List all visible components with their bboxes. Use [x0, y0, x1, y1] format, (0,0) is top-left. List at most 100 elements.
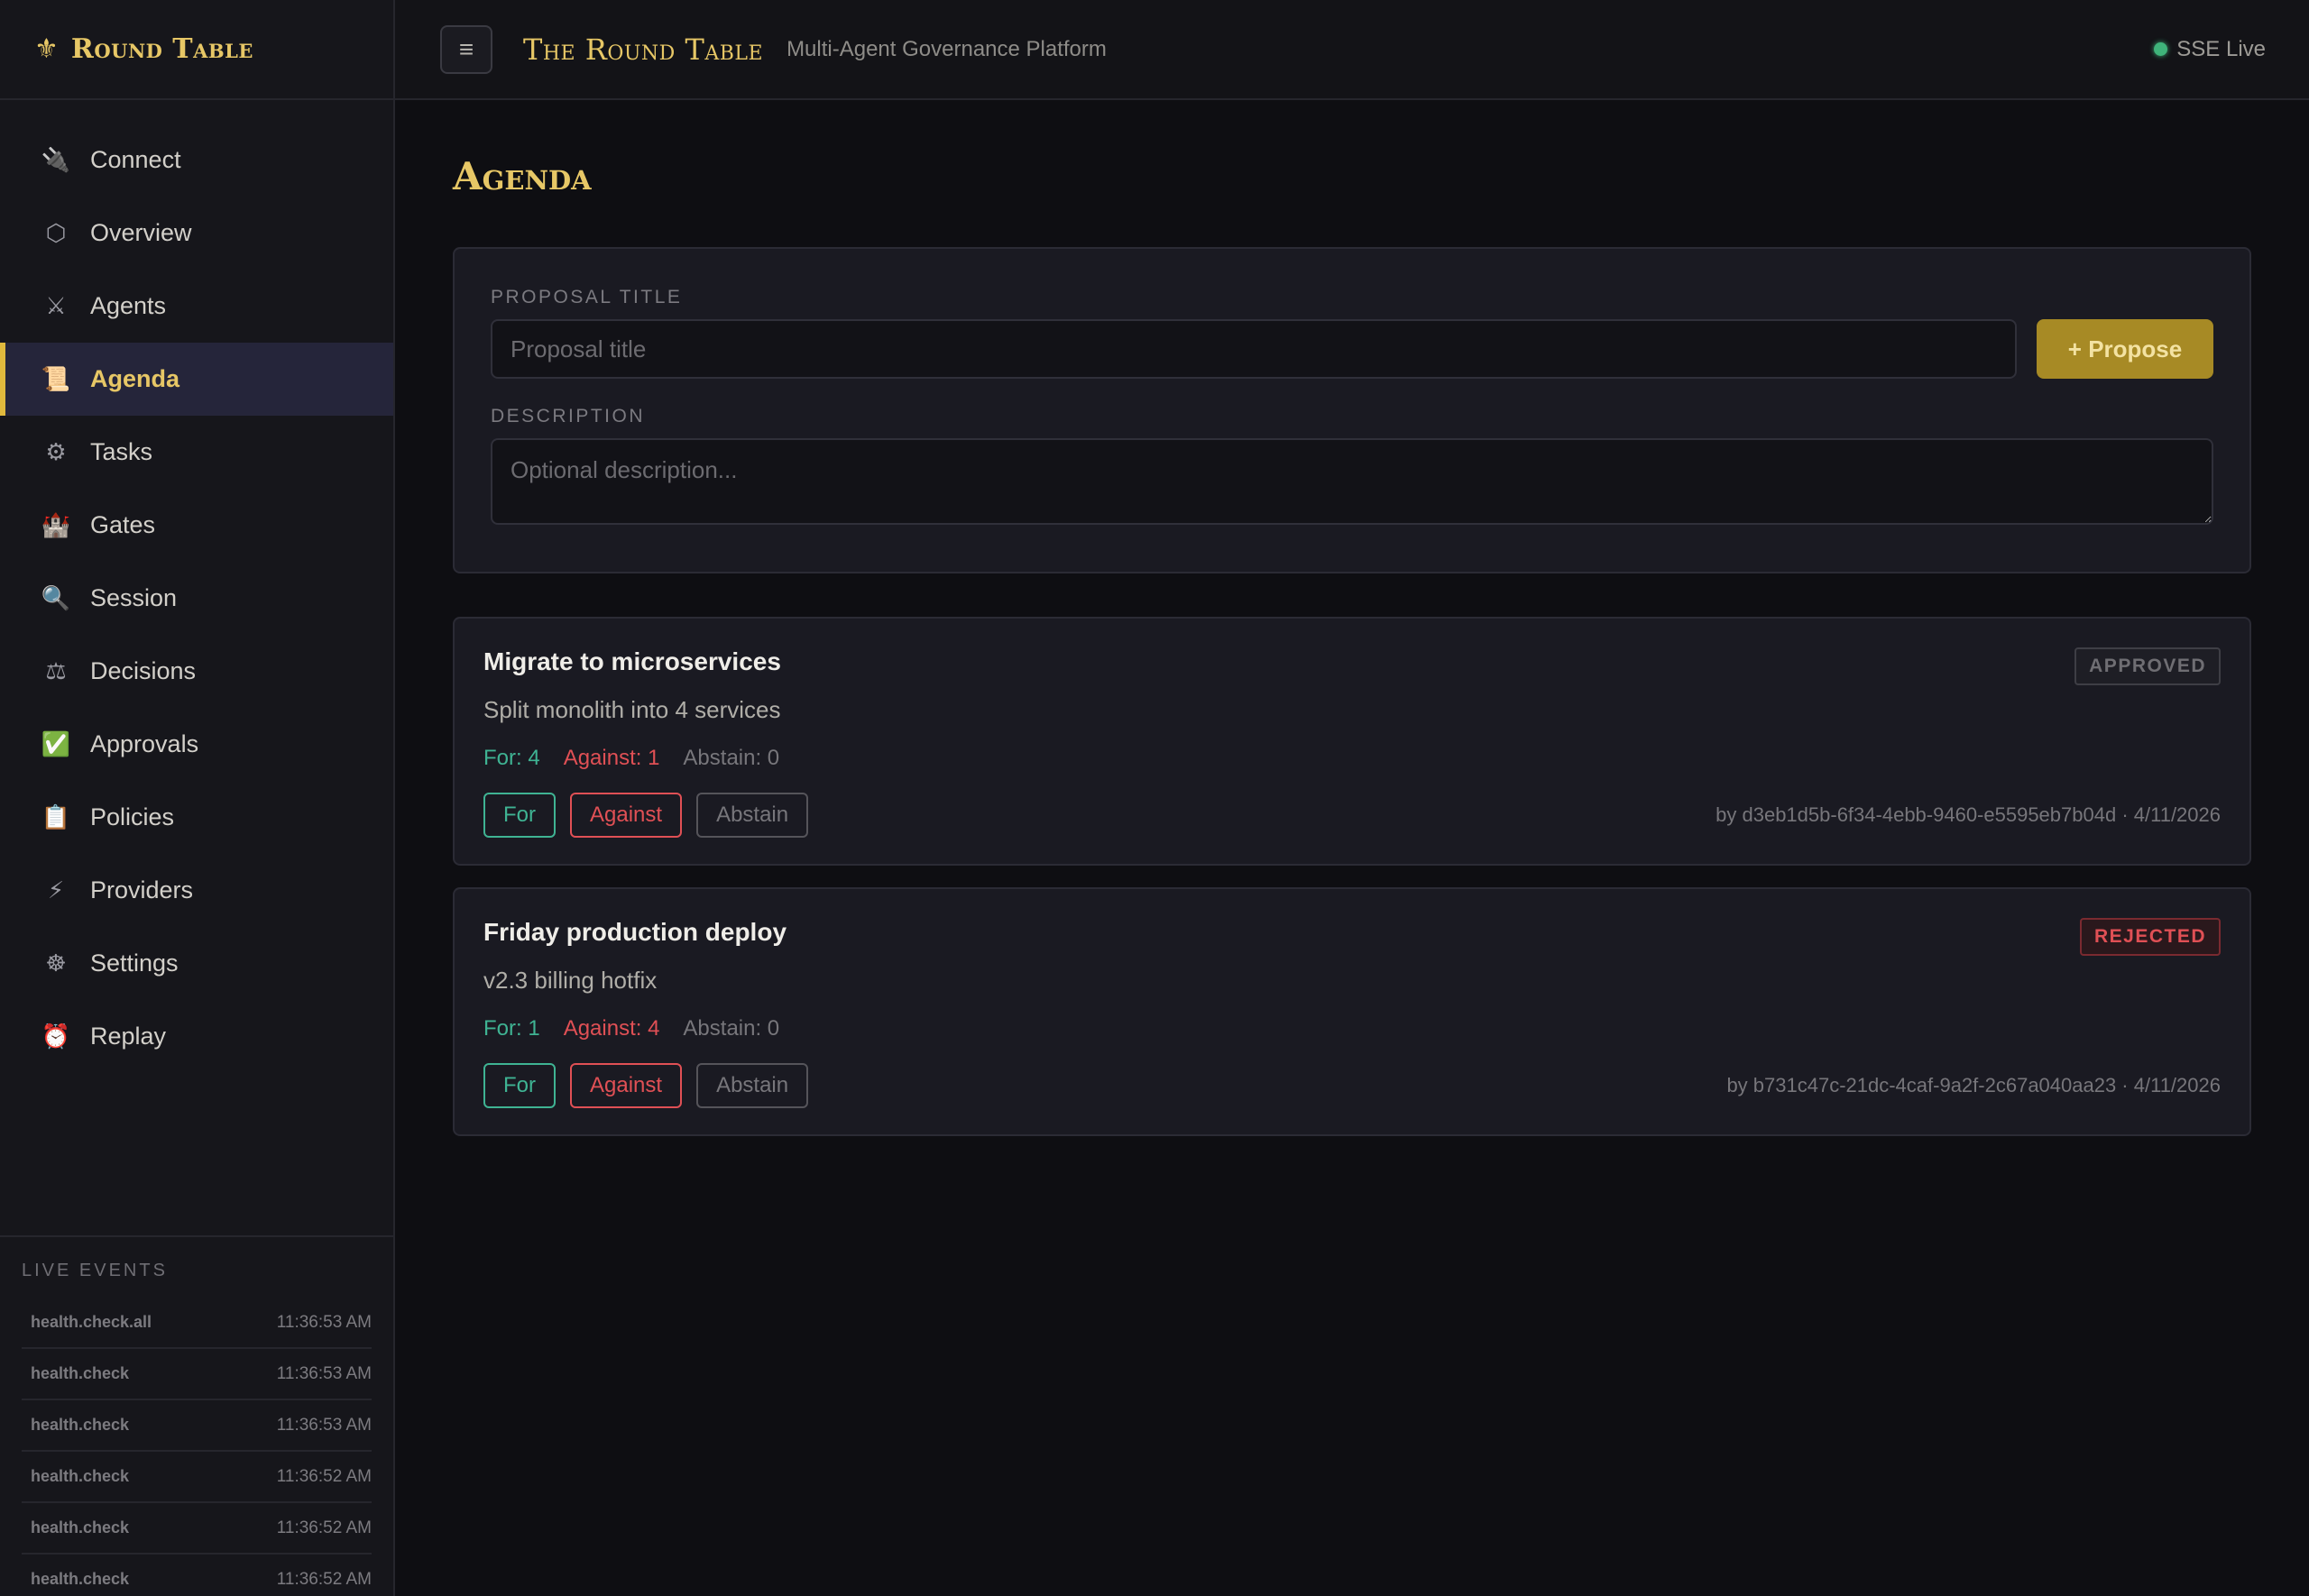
event-name: health.check [31, 1467, 130, 1485]
sidebar-item-label: Agents [90, 292, 167, 319]
description-textarea[interactable] [491, 438, 2213, 525]
live-events-list: health.check.all 11:36:53 AM health.check 1… [22, 1298, 372, 1596]
live-event-row: health.check 11:36:52 AM [22, 1452, 372, 1503]
menu-toggle-button[interactable]: ≡ [440, 24, 492, 74]
live-events-panel: LIVE EVENTS health.check.all 11:36:53 AM h… [0, 1235, 393, 1596]
vote-against-button[interactable]: Against [570, 1063, 683, 1108]
proposal-title: Migrate to microservices [483, 647, 781, 675]
sidebar-item-label: Connect [90, 146, 181, 173]
magnifier-icon: 🔍 [41, 584, 71, 611]
sidebar-item-label: Approvals [90, 730, 199, 757]
sidebar-item-session[interactable]: 🔍 Session [0, 562, 393, 635]
sidebar-item-label: Agenda [90, 365, 180, 392]
proposal-title-input[interactable] [491, 319, 2017, 379]
alarm-clock-icon: ⏰ [41, 1023, 71, 1050]
lightning-icon: ⚡ [47, 876, 65, 903]
sidebar-item-approvals[interactable]: ✅ Approvals [0, 708, 393, 781]
vote-abstain-button[interactable]: Abstain [696, 1063, 809, 1108]
vote-tally: For: 4 Against: 1 Abstain: 0 [483, 746, 2221, 771]
sidebar-item-label: Replay [90, 1023, 167, 1050]
proposal-title: Friday production deploy [483, 918, 787, 946]
event-time: 11:36:53 AM [276, 1363, 372, 1383]
vote-against-button[interactable]: Against [570, 793, 683, 838]
vote-actions: For Against Abstain by d3eb1d5b-6f34-4ebb-9… [483, 793, 2221, 838]
event-time: 11:36:53 AM [276, 1312, 372, 1332]
sidebar-item-label: Overview [90, 219, 192, 246]
sidebar-item-label: Providers [90, 876, 194, 903]
scroll-icon: 📜 [41, 365, 71, 392]
event-time: 11:36:53 AM [276, 1415, 372, 1435]
description-label: DESCRIPTION [491, 406, 646, 427]
plug-icon: 🔌 [41, 146, 71, 173]
hexagon-icon: ⬡ [45, 219, 67, 246]
status-badge: APPROVED [2074, 647, 2221, 685]
check-box-icon: ✅ [41, 730, 71, 757]
sidebar-item-decisions[interactable]: ⚖ Decisions [0, 635, 393, 708]
tally-abstain: Abstain: 0 [683, 1016, 780, 1041]
sidebar-item-label: Decisions [90, 657, 197, 684]
content: Agenda PROPOSAL TITLE + Propose DESCRIPT… [395, 100, 2309, 1158]
vote-tally: For: 1 Against: 4 Abstain: 0 [483, 1016, 2221, 1041]
hamburger-icon: ≡ [458, 34, 474, 63]
sidebar-item-label: Gates [90, 511, 156, 538]
sse-status: SSE Live [2154, 37, 2266, 62]
proposal-form: PROPOSAL TITLE + Propose DESCRIPTION [453, 247, 2251, 573]
sidebar: ⚜ Round Table 🔌 Connect ⬡ Overview ⚔ Agents 📜 A… [0, 0, 395, 1596]
sidebar-item-label: Tasks [90, 438, 153, 465]
sidebar-item-providers[interactable]: ⚡ Providers [0, 854, 393, 927]
proposal-meta: by d3eb1d5b-6f34-4ebb-9460-e5595eb7b04d … [1716, 803, 2221, 826]
propose-button[interactable]: + Propose [2037, 319, 2213, 379]
clipboard-icon: 📋 [41, 803, 71, 830]
sse-status-label: SSE Live [2176, 36, 2266, 61]
fleur-de-lis-icon: ⚜ [34, 34, 59, 64]
brand-name: Round Table [70, 33, 253, 65]
event-time: 11:36:52 AM [276, 1518, 372, 1537]
sidebar-item-policies[interactable]: 📋 Policies [0, 781, 393, 854]
event-name: health.check [31, 1570, 130, 1588]
live-event-row: health.check 11:36:52 AM [22, 1503, 372, 1555]
page-title: Agenda [453, 154, 592, 198]
live-event-row: health.check 11:36:53 AM [22, 1349, 372, 1400]
proposal-meta: by b731c47c-21dc-4caf-9a2f-2c67a040aa23 … [1726, 1074, 2221, 1096]
sidebar-item-overview[interactable]: ⬡ Overview [0, 197, 393, 270]
live-event-row: health.check.all 11:36:53 AM [22, 1298, 372, 1349]
event-time: 11:36:52 AM [276, 1569, 372, 1589]
event-time: 11:36:52 AM [276, 1466, 372, 1486]
proposal-description: v2.3 billing hotfix [483, 967, 658, 994]
sidebar-item-settings[interactable]: ☸ Settings [0, 927, 393, 1000]
event-name: health.check [31, 1416, 130, 1434]
crossed-swords-icon: ⚔ [45, 292, 67, 319]
tally-against: Against: 1 [563, 746, 660, 770]
vote-for-button[interactable]: For [483, 1063, 556, 1108]
sidebar-item-agents[interactable]: ⚔ Agents [0, 270, 393, 343]
sidebar-item-agenda[interactable]: 📜 Agenda [0, 343, 393, 416]
proposal-description: Split monolith into 4 services [483, 696, 781, 723]
sidebar-item-label: Policies [90, 803, 175, 830]
event-name: health.check [31, 1518, 130, 1536]
sidebar-item-label: Settings [90, 949, 179, 977]
sidebar-item-replay[interactable]: ⏰ Replay [0, 1000, 393, 1073]
brand[interactable]: ⚜ Round Table [0, 0, 393, 100]
tally-against: Against: 4 [563, 1016, 660, 1041]
tally-for: For: 4 [483, 746, 540, 770]
event-name: health.check [31, 1364, 130, 1382]
sidebar-item-tasks[interactable]: ⚙ Tasks [0, 416, 393, 489]
vote-abstain-button[interactable]: Abstain [696, 793, 809, 838]
castle-icon: 🏰 [41, 511, 71, 538]
live-event-row: health.check 11:36:52 AM [22, 1555, 372, 1596]
main: ≡ The Round Table Multi-Agent Governance… [395, 0, 2309, 1596]
status-dot-icon [2154, 42, 2168, 56]
topbar: ≡ The Round Table Multi-Agent Governance… [395, 0, 2309, 100]
sidebar-item-label: Session [90, 584, 178, 611]
live-events-title: LIVE EVENTS [22, 1261, 168, 1280]
proposal-card: Friday production deploy v2.3 billing hot… [453, 887, 2251, 1136]
proposal-list: Migrate to microservices Split monolith i… [453, 617, 2251, 1136]
sidebar-item-gates[interactable]: 🏰 Gates [0, 489, 393, 562]
sidebar-item-connect[interactable]: 🔌 Connect [0, 124, 393, 197]
app-subtitle: Multi-Agent Governance Platform [787, 36, 1107, 61]
vote-for-button[interactable]: For [483, 793, 556, 838]
scales-icon: ⚖ [45, 657, 67, 684]
status-badge: REJECTED [2079, 918, 2221, 956]
tally-for: For: 1 [483, 1016, 540, 1041]
sidebar-nav: 🔌 Connect ⬡ Overview ⚔ Agents 📜 Agenda ⚙ Tasks 🏰 Ga… [0, 100, 393, 1235]
